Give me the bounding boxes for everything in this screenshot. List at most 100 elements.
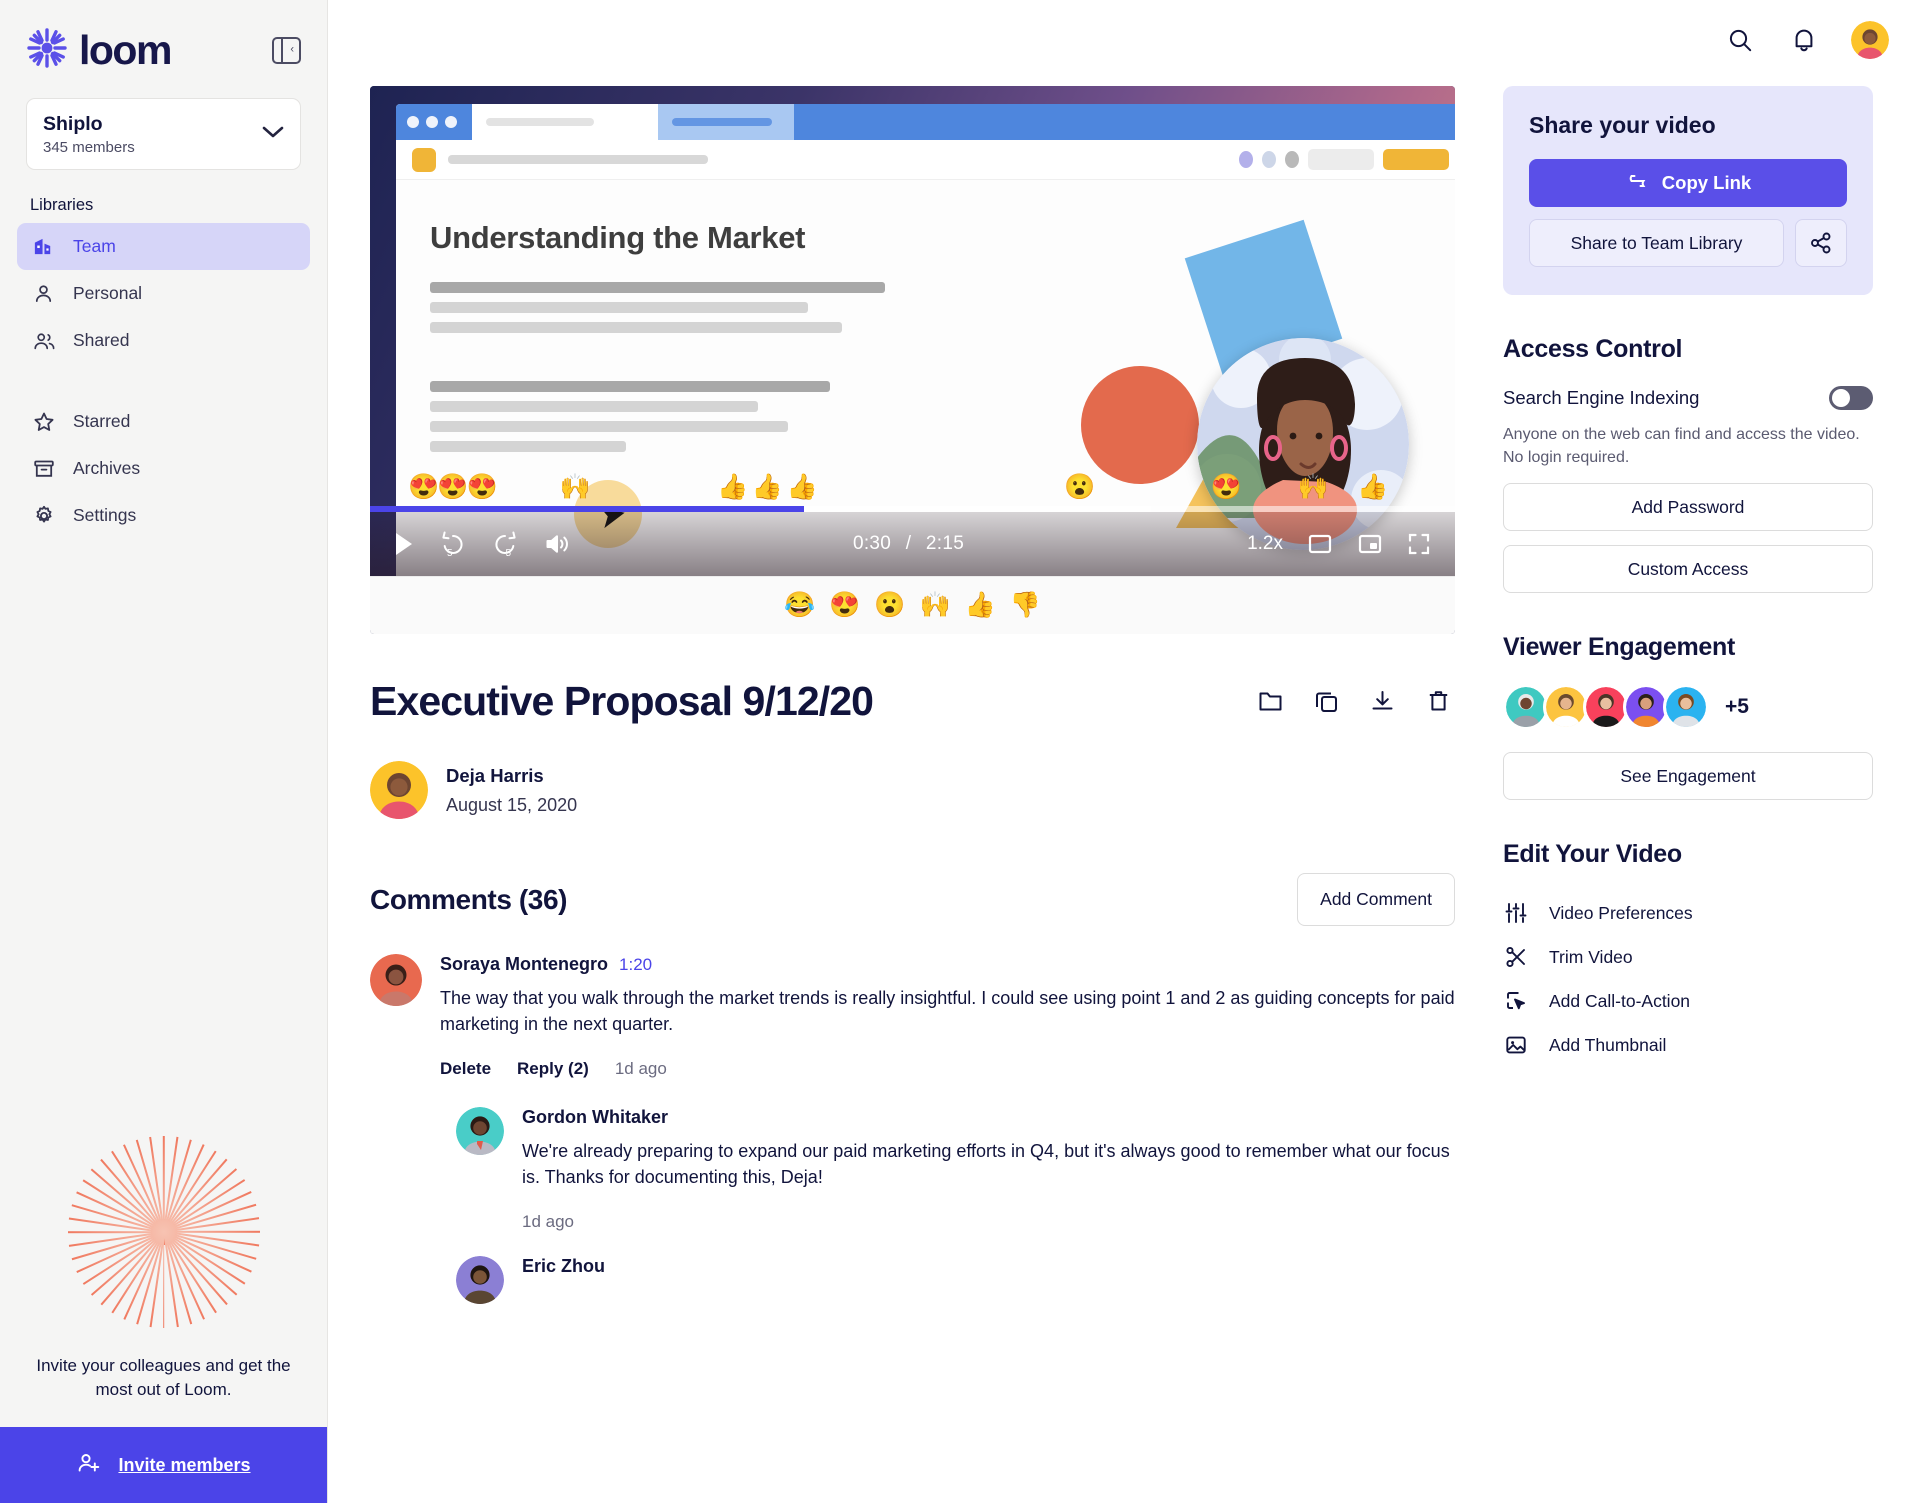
share-card: Share your video Copy Link Share to Team… [1503,86,1873,295]
play-icon[interactable] [394,532,414,556]
reaction-emoji-button[interactable]: 👍 [965,593,996,618]
person-icon [31,281,56,306]
timeline-reaction-emoji: 👍 [751,473,784,501]
rewind-5-icon[interactable]: 5 [440,531,466,559]
user-avatar[interactable] [1851,21,1889,59]
search-engine-indexing-toggle[interactable] [1829,386,1873,410]
delete-button[interactable] [1421,685,1455,719]
reaction-emoji-button[interactable]: 😮 [874,593,905,618]
move-to-folder-button[interactable] [1253,685,1287,719]
video-preferences-item[interactable]: Video Preferences [1503,891,1873,935]
delete-comment-link[interactable]: Delete [440,1059,491,1079]
timeline-reaction-emoji: 👍 [1357,473,1389,501]
volume-icon[interactable] [544,532,570,556]
forward-5-icon[interactable]: 5 [492,531,518,559]
viewer-engagement-heading: Viewer Engagement [1503,633,1736,662]
author-name: Deja Harris [446,764,544,786]
reaction-emoji-button[interactable]: 🙌 [920,593,951,618]
edit-video-list: Video Preferences Trim Video Add Call-to… [1503,891,1873,1067]
sidebar-item-settings[interactable]: Settings [17,492,310,539]
reaction-emoji-button[interactable]: 😍 [829,593,860,618]
trim-video-item[interactable]: Trim Video [1503,935,1873,979]
see-engagement-button[interactable]: See Engagement [1503,752,1873,801]
sidebar-item-label: Starred [73,411,131,432]
duration: 2:15 [925,533,965,554]
timeline-reaction-emoji: 😮 [1064,473,1096,501]
add-call-to-action-item[interactable]: Add Call-to-Action [1503,979,1873,1023]
reaction-emoji-button[interactable]: 👎 [1010,593,1041,618]
playback-rate-button[interactable]: 1.2x [1247,533,1283,555]
sidebar-top: loom ‹ Shiplo 345 members [0,0,327,171]
comment-body: Gordon Whitaker We're already preparing … [522,1107,1455,1232]
time-display: 0:30 / 2:15 [853,533,964,555]
sidebar-item-team[interactable]: Team [17,223,310,271]
comment-author: Soraya Montenegro [440,954,609,974]
copy-link-button[interactable]: Copy Link [1529,159,1847,207]
comment-text: The way that you walk through the market… [440,988,1455,1035]
avatar [370,954,422,1006]
avatar [456,1256,504,1305]
fullscreen-icon[interactable] [1407,532,1431,556]
add-comment-button[interactable]: Add Comment [1297,873,1455,926]
comment-header: Soraya Montenegro 1:20 [440,954,1455,975]
custom-access-button[interactable]: Custom Access [1503,545,1873,594]
add-password-button[interactable]: Add Password [1503,483,1873,532]
download-button[interactable] [1365,685,1399,719]
team-library-icon [31,234,56,259]
notification-bell-icon[interactable] [1787,23,1821,57]
reaction-emoji-button[interactable]: 😂 [784,593,815,618]
comment-timestamp[interactable]: 1:20 [619,955,652,975]
share-secondary-row: Share to Team Library [1529,219,1847,267]
viewer-avatar-stack: +5 [1503,684,1873,731]
reaction-bar: 😂 😍 😮 🙌 👍 👎 [370,576,1455,634]
comment-actions: 1d ago [522,1212,1455,1232]
reply-link[interactable]: Reply (2) [517,1059,589,1079]
window-dots [396,116,472,128]
sidebar-item-label: Settings [73,505,137,526]
comment-age: 1d ago [614,1059,667,1079]
sliders-icon [1503,900,1529,926]
sidebar-item-personal[interactable]: Personal [17,270,310,317]
share-to-team-library-button[interactable]: Share to Team Library [1529,219,1784,267]
edit-item-label: Add Call-to-Action [1549,990,1691,1011]
sidebar-item-starred[interactable]: Starred [17,398,310,445]
edit-item-label: Add Thumbnail [1549,1034,1667,1055]
comment-actions: Delete Reply (2) 1d ago [440,1059,1455,1079]
theater-mode-icon[interactable] [1307,533,1333,555]
viewer-avatar[interactable] [1663,684,1709,731]
sidebar-collapse-icon[interactable]: ‹ [272,36,301,64]
picture-in-picture-icon[interactable] [1357,533,1383,555]
video-date: August 15, 2020 [446,794,578,815]
invite-members-label: Invite members [118,1454,251,1475]
search-icon[interactable] [1723,23,1757,57]
duplicate-button[interactable] [1309,685,1343,719]
timeline-reactions: 😍 😍 😍 🙌 👍 👍 👍 😮 😍 🙌 👍 [370,458,1455,504]
loom-sunburst-logo [26,27,68,74]
browser-tab-active [472,104,658,140]
forward-amount: 5 [505,548,511,559]
author-row: Deja Harris August 15, 2020 [370,761,1455,819]
sidebar-item-archives[interactable]: Archives [17,445,310,492]
timeline-reaction-emoji: 🙌 [559,473,592,501]
rewind-amount: 5 [447,548,453,559]
main-area: Understanding the Market 😍 😍 😍 🙌 👍 👍 👍 😮… [328,0,1919,1503]
topbar [328,0,1919,80]
browser-chrome [396,104,1455,140]
page-title: Executive Proposal 9/12/20 [370,678,874,724]
comment-header: Gordon Whitaker [522,1107,1455,1128]
viewer-overflow-count: +5 [1725,695,1749,719]
right-panel: Share your video Copy Link Share to Team… [1499,80,1919,1503]
comment-item: Eric Zhou [456,1256,1455,1305]
edit-item-label: Video Preferences [1549,902,1693,923]
workspace-switcher[interactable]: Shiplo 345 members [26,98,301,171]
timeline-reaction-emoji: 👍 [717,473,749,501]
brand-row: loom ‹ [26,24,301,76]
workspace-name: Shiplo [43,113,103,135]
add-thumbnail-item[interactable]: Add Thumbnail [1503,1023,1873,1067]
sidebar-item-shared[interactable]: Shared [17,317,310,364]
edit-item-label: Trim Video [1549,946,1633,967]
video-player[interactable]: Understanding the Market 😍 😍 😍 🙌 👍 👍 👍 😮… [370,86,1455,634]
invite-members-button[interactable]: Invite members [0,1427,327,1503]
comment-body: Eric Zhou [522,1256,1455,1304]
share-nodes-icon[interactable] [1795,219,1847,267]
